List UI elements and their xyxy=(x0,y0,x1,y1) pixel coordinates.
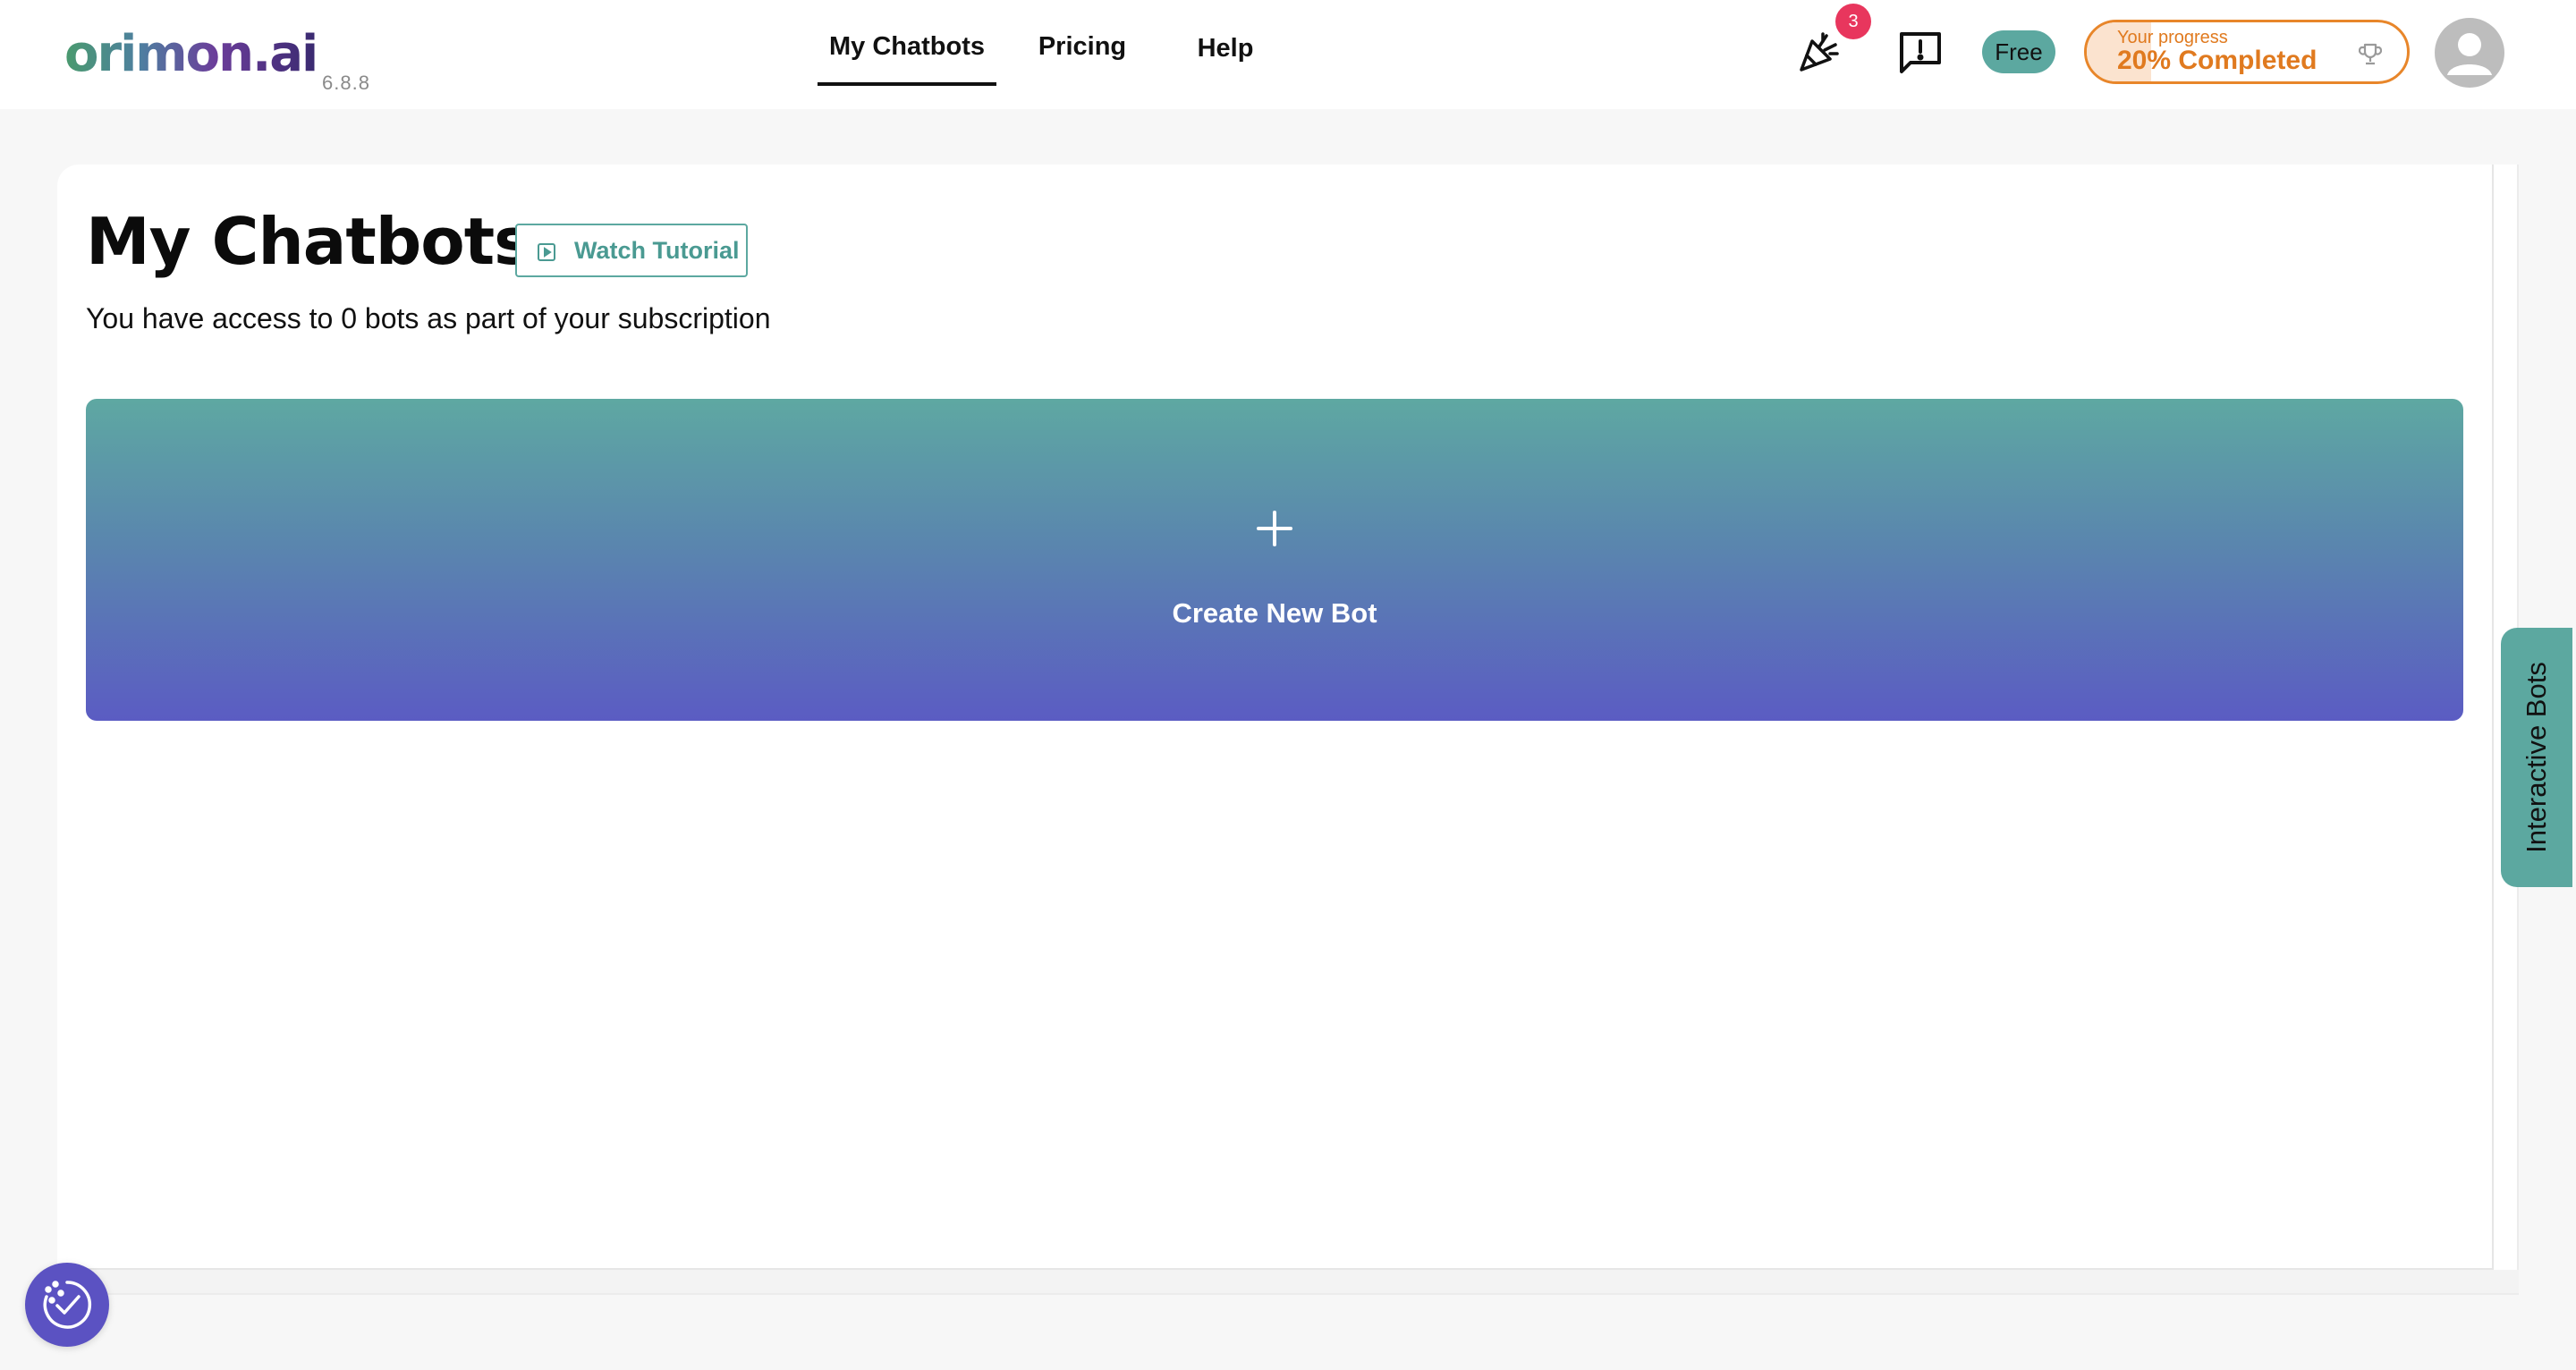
create-new-bot-label: Create New Bot xyxy=(1172,597,1377,629)
app-version: 6.8.8 xyxy=(322,72,370,94)
party-popper-icon[interactable] xyxy=(1796,29,1843,75)
plan-badge[interactable]: Free xyxy=(1982,30,2055,73)
watch-tutorial-label: Watch Tutorial xyxy=(574,236,740,264)
notification-count-badge[interactable]: 3 xyxy=(1835,4,1871,39)
interactive-bots-label: Interactive Bots xyxy=(2521,662,2552,853)
interactive-bots-tab[interactable]: Interactive Bots xyxy=(2501,628,2572,887)
user-avatar-icon[interactable] xyxy=(2435,18,2504,88)
nav-tab-my-chatbots[interactable]: My Chatbots xyxy=(818,32,996,86)
accessibility-widget-icon[interactable] xyxy=(25,1263,109,1347)
watch-tutorial-button[interactable]: Watch Tutorial xyxy=(515,224,748,277)
plus-icon xyxy=(1256,510,1293,547)
play-icon xyxy=(537,241,556,261)
brand-logo[interactable]: orimon.ai xyxy=(64,23,318,86)
feedback-icon[interactable] xyxy=(1896,29,1945,77)
card-bottom-edge xyxy=(57,1270,2519,1295)
subscription-info: You have access to 0 bots as part of you… xyxy=(86,302,771,334)
progress-value: 20% Completed xyxy=(2117,46,2318,75)
top-header: orimon.ai 6.8.8 My Chatbots Pricing Help… xyxy=(0,0,2576,109)
create-new-bot-button[interactable]: Create New Bot xyxy=(86,399,2463,721)
page-title: My Chatbots xyxy=(86,204,532,279)
nav-tab-help[interactable]: Help xyxy=(1190,34,1261,88)
progress-indicator[interactable]: Your progress 20% Completed xyxy=(2084,20,2410,84)
nav-tab-pricing[interactable]: Pricing xyxy=(1029,32,1136,86)
trophy-icon xyxy=(2358,42,2383,67)
